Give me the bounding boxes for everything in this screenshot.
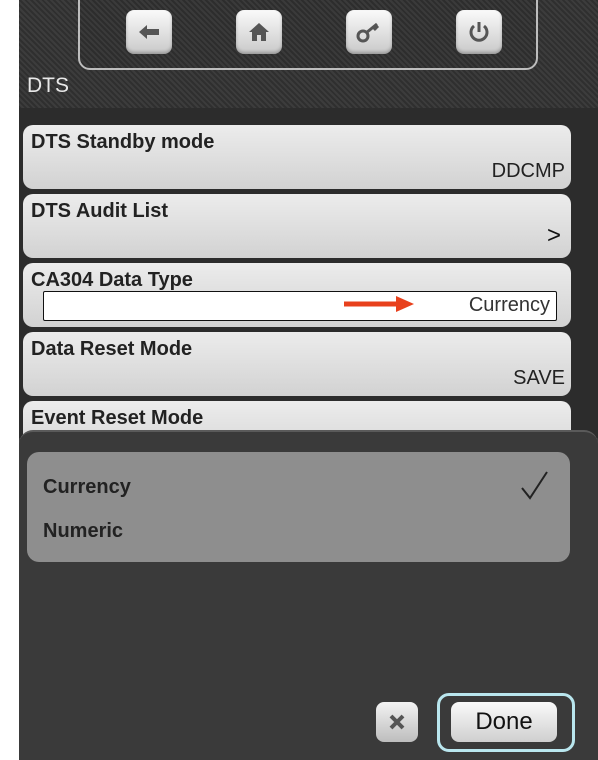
power-icon bbox=[469, 22, 489, 42]
top-bar: DTS bbox=[19, 0, 598, 108]
checkmark-icon bbox=[521, 471, 548, 500]
setting-label: Event Reset Mode bbox=[31, 407, 204, 429]
home-button[interactable] bbox=[236, 10, 282, 54]
settings-list: DTS Standby mode DDCMP DTS Audit List > … bbox=[19, 108, 598, 465]
setting-value: SAVE bbox=[513, 367, 565, 389]
nav-toolbar bbox=[78, 0, 538, 70]
setting-value: Currency bbox=[468, 294, 550, 316]
setting-data-reset-mode[interactable]: Data Reset Mode SAVE bbox=[23, 332, 571, 396]
picker-panel: Currency Numeric Done bbox=[19, 430, 598, 760]
key-icon bbox=[356, 22, 380, 43]
setting-label: Data Reset Mode bbox=[31, 338, 193, 360]
device-screen: DTS DTS Standby mode DDCMP DTS Audit Lis… bbox=[19, 0, 598, 760]
done-button[interactable]: Done bbox=[451, 702, 557, 742]
key-button[interactable] bbox=[346, 10, 392, 54]
cancel-button[interactable] bbox=[376, 702, 418, 742]
arrow-right-icon bbox=[344, 296, 414, 312]
setting-dts-standby-mode[interactable]: DTS Standby mode DDCMP bbox=[23, 125, 571, 189]
setting-ca304-data-type[interactable]: CA304 Data Type Currency bbox=[23, 263, 571, 327]
back-button[interactable] bbox=[126, 10, 172, 54]
home-icon bbox=[249, 23, 269, 41]
picker-options: Currency Numeric bbox=[27, 452, 570, 562]
setting-label: CA304 Data Type bbox=[31, 269, 193, 291]
setting-label: DTS Standby mode bbox=[31, 131, 215, 153]
close-icon bbox=[389, 714, 405, 730]
setting-dts-audit-list[interactable]: DTS Audit List > bbox=[23, 194, 571, 258]
setting-value-field[interactable]: Currency bbox=[43, 291, 557, 321]
setting-value: DDCMP bbox=[491, 160, 565, 182]
setting-label: DTS Audit List bbox=[31, 200, 169, 222]
option-currency[interactable]: Currency bbox=[43, 476, 131, 499]
chevron-right-icon: > bbox=[546, 222, 561, 249]
page-title: DTS bbox=[27, 74, 69, 97]
option-numeric[interactable]: Numeric bbox=[43, 520, 123, 543]
back-arrow-icon bbox=[139, 25, 159, 39]
power-button[interactable] bbox=[456, 10, 502, 54]
